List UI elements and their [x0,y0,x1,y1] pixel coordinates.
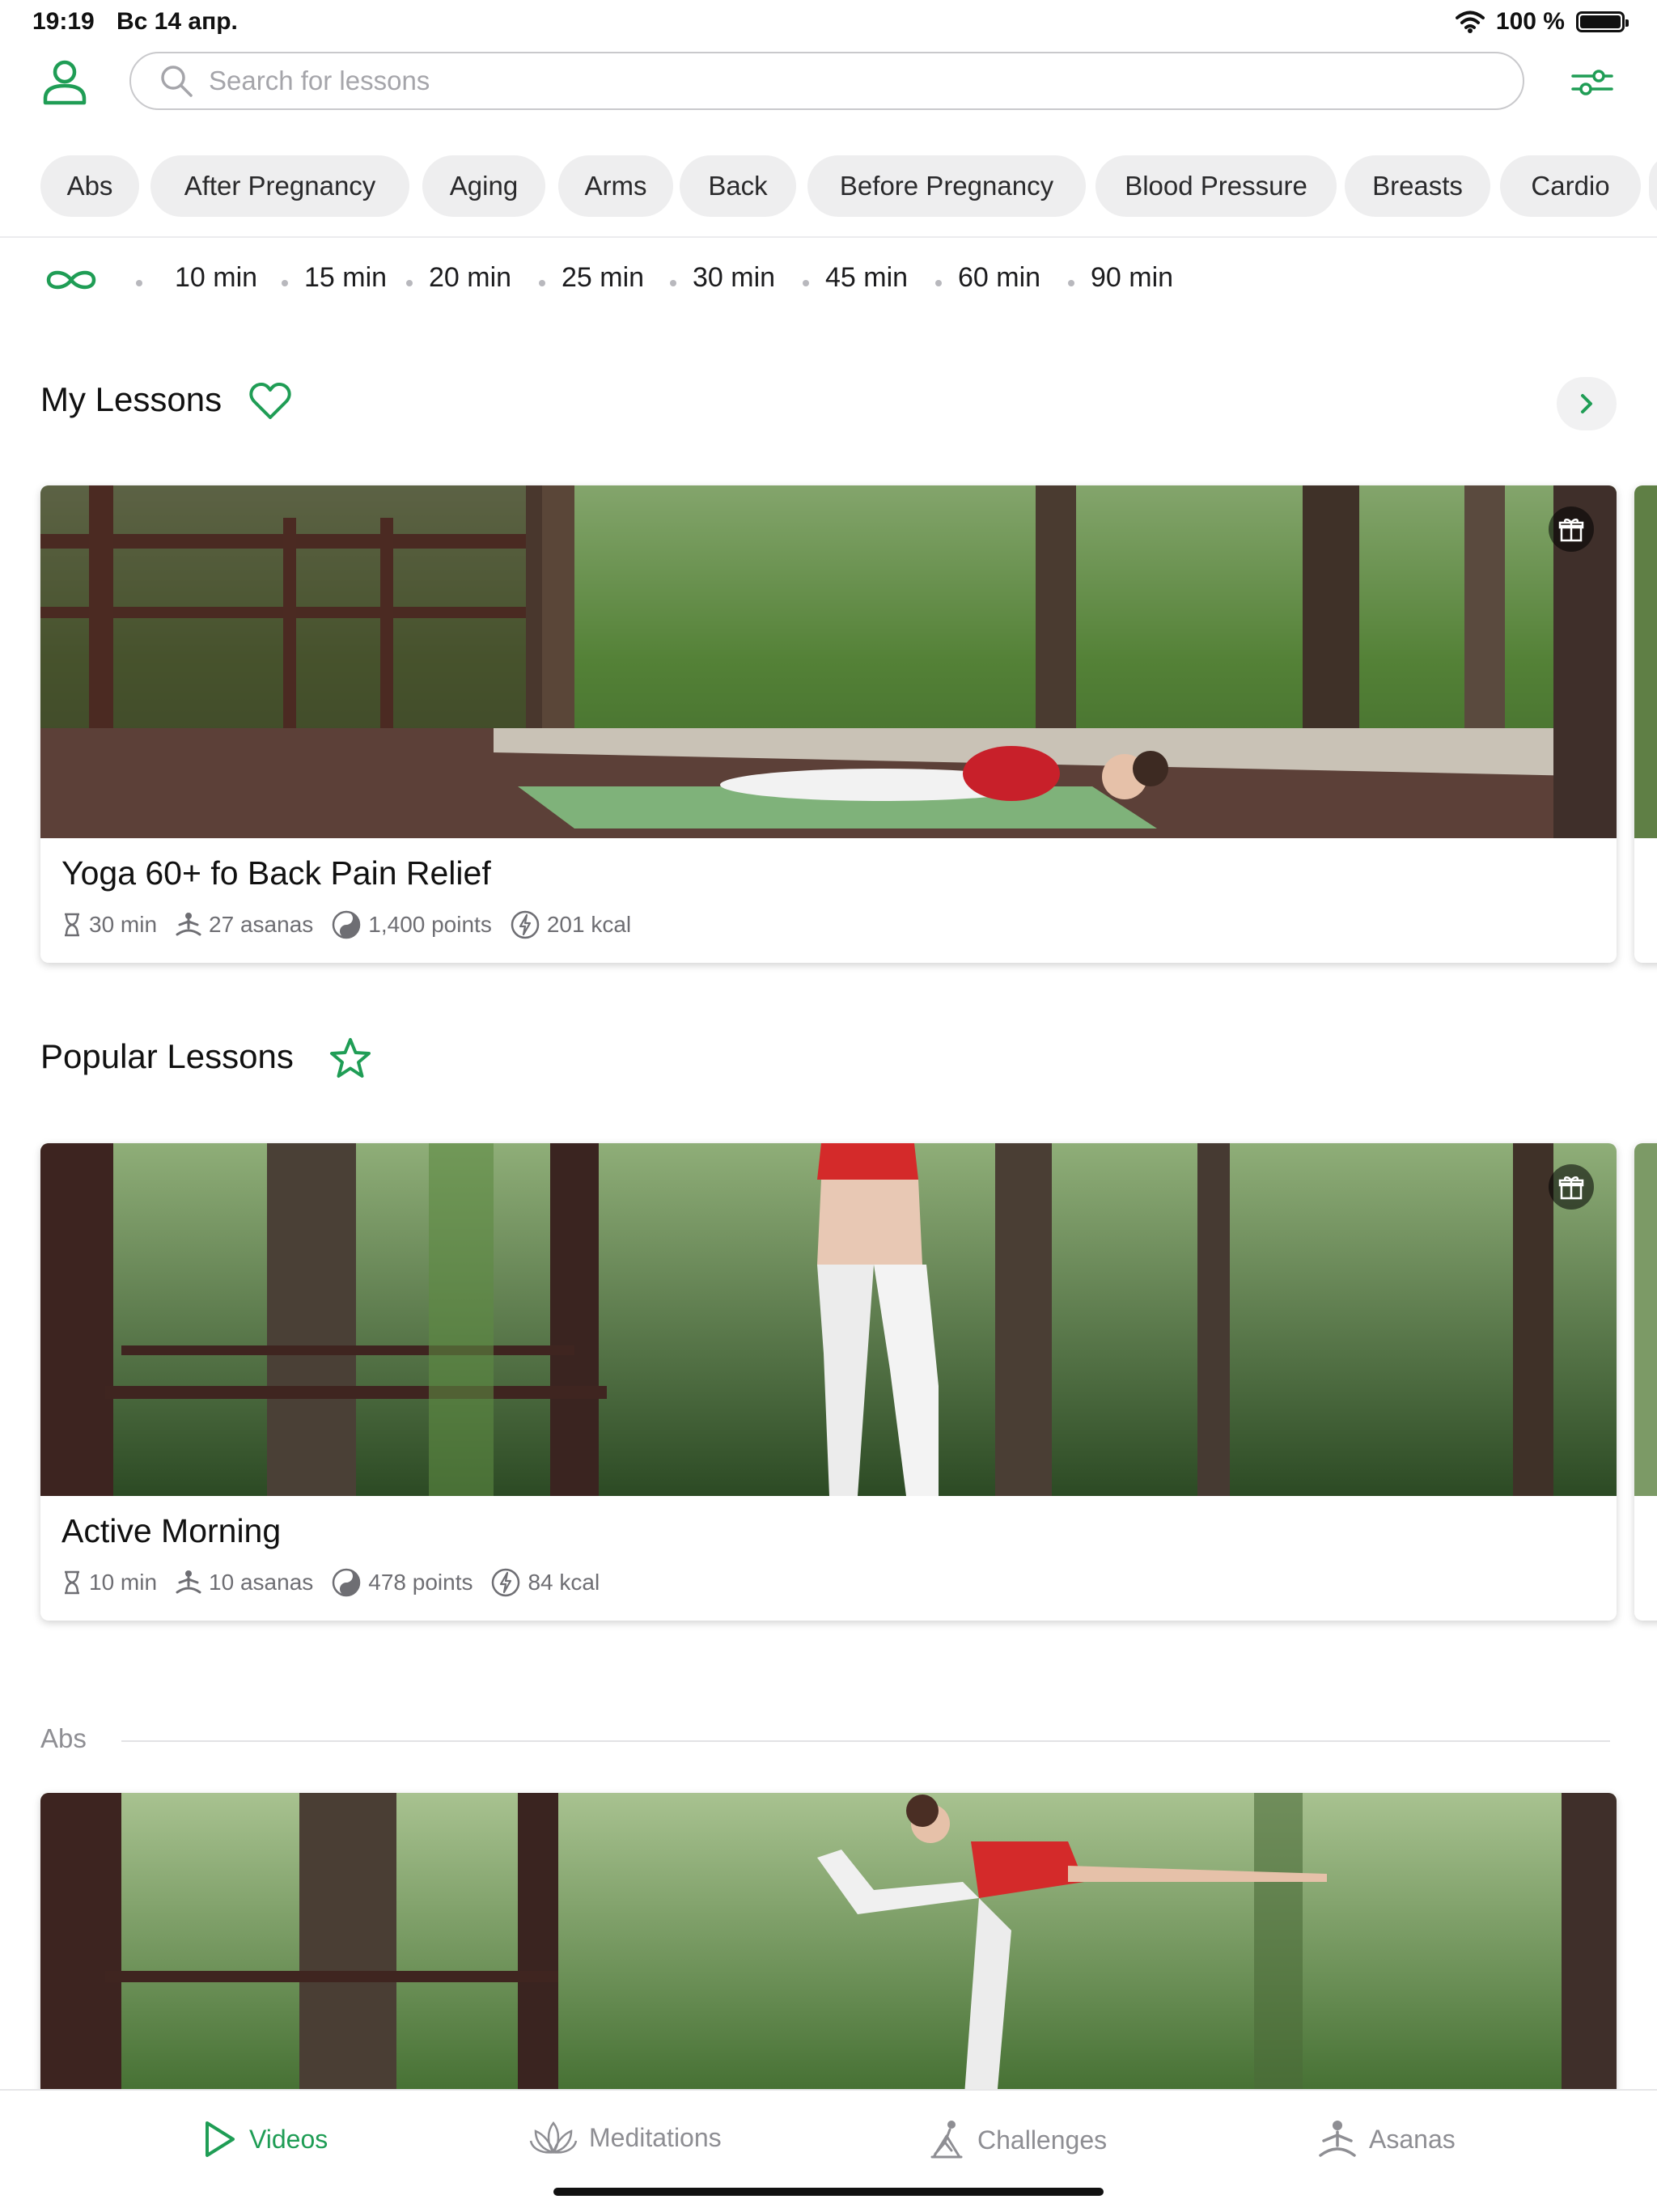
separator-dot [1068,280,1074,286]
duration-filter: 10 min 15 min 20 min 25 min 30 min 45 mi… [0,257,1657,301]
tab-asanas-label: Asanas [1369,2124,1456,2154]
tab-asanas[interactable]: Asanas [1317,2120,1456,2159]
category-chip[interactable]: Aging [422,155,545,217]
status-right: 100 % [1455,8,1629,36]
separator-dot [406,280,413,286]
lesson-card[interactable]: Yoga 60+ fo Back Pain Relief 30 min 27 a… [40,485,1617,963]
popular-lessons-title: Popular Lessons [40,1037,294,1075]
category-chips: Abs After Pregnancy Aging Arms Back Befo… [0,155,1657,220]
yin-yang-icon [333,910,361,939]
infinity-icon[interactable] [44,267,99,293]
gift-glyph [1558,1176,1584,1200]
user-icon[interactable] [40,58,89,107]
battery-icon [1576,11,1629,32]
hourglass-icon [65,913,79,937]
duration-option[interactable]: 60 min [958,262,1040,294]
asana-icon [176,1570,201,1594]
tab-videos-label: Videos [249,2124,328,2154]
lesson-points: 1,400 points [368,912,492,937]
heart-icon[interactable] [249,382,291,421]
header-divider [0,236,1657,238]
status-bar: 19:19 Вс 14 апр. 100 % [0,0,1657,45]
separator-dot [539,280,545,286]
status-time: 19:19 [32,8,95,35]
category-chip[interactable]: After Pregnancy [150,155,409,217]
gift-icon[interactable] [1549,506,1594,552]
hourglass-icon [65,1570,79,1595]
lesson-card[interactable] [40,1793,1617,2117]
home-indicator[interactable] [553,2188,1104,2196]
lotus-icon [529,2121,578,2155]
lesson-meta: 30 min 27 asanas 1,400 points 201 kcal [61,909,649,940]
tab-videos[interactable]: Videos [202,2120,328,2159]
category-chip[interactable]: Blood Pressure [1095,155,1337,217]
search-bar[interactable] [129,52,1524,110]
lesson-asanas: 27 asanas [209,912,314,937]
category-chip[interactable]: Abs [40,155,139,217]
lesson-meta: 10 min 10 asanas 478 points 84 kcal [61,1567,617,1598]
next-card-peek[interactable] [1634,485,1657,963]
challenge-icon [930,2121,963,2159]
section-divider [121,1740,1610,1742]
duration-option[interactable]: 25 min [562,262,644,294]
category-chip[interactable]: Back [680,155,796,217]
my-lessons-more-button[interactable] [1557,377,1617,430]
tab-challenges-label: Challenges [977,2125,1108,2155]
lesson-title: Active Morning [61,1512,282,1549]
duration-option[interactable]: 10 min [175,262,257,294]
lesson-thumbnail [40,1143,1617,1496]
lesson-title: Yoga 60+ fo Back Pain Relief [61,854,491,892]
lesson-kcal: 84 kcal [528,1570,600,1595]
category-chip-partial[interactable] [1649,155,1657,217]
lesson-duration: 30 min [89,912,158,937]
duration-option[interactable]: 15 min [304,262,387,294]
status-date: Вс 14 апр. [117,8,238,35]
lesson-thumbnail [40,1793,1617,2117]
energy-icon [492,1568,520,1597]
tab-challenges[interactable]: Challenges [927,2120,1107,2160]
separator-dot [935,280,942,286]
abs-section-label: Abs [40,1723,87,1753]
category-chip[interactable]: Before Pregnancy [807,155,1086,217]
next-card-peek[interactable] [1634,1143,1657,1621]
yin-yang-icon [333,1568,361,1597]
play-icon [206,2121,235,2157]
separator-dot [282,280,288,286]
duration-option[interactable]: 45 min [825,262,908,294]
tab-meditations[interactable]: Meditations [529,2120,722,2155]
filter-icon[interactable] [1570,65,1615,100]
lesson-kcal: 201 kcal [546,912,632,937]
separator-dot [803,280,809,286]
chevron-right-icon [1581,394,1592,413]
meditation-person-icon [1319,2121,1356,2157]
duration-option[interactable]: 20 min [429,262,511,294]
lesson-thumbnail [40,485,1617,838]
lesson-card[interactable]: Active Morning 10 min 10 asanas 478 poin… [40,1143,1617,1621]
asana-icon [176,913,201,936]
category-chip[interactable]: Cardio [1500,155,1641,217]
separator-dot [670,280,676,286]
star-icon[interactable] [328,1037,372,1079]
wifi-icon [1455,11,1485,33]
tab-meditations-label: Meditations [589,2122,722,2152]
search-icon [161,66,193,97]
gift-glyph [1558,519,1584,542]
battery-percent: 100 % [1495,8,1565,35]
category-chip[interactable]: Arms [558,155,673,217]
duration-option[interactable]: 90 min [1091,262,1173,294]
my-lessons-title: My Lessons [40,380,222,418]
separator-dot [136,280,142,286]
energy-icon [511,910,540,939]
search-input[interactable] [207,65,1424,97]
duration-option[interactable]: 30 min [693,262,775,294]
lesson-asanas: 10 asanas [209,1570,314,1595]
category-chip[interactable]: Breasts [1345,155,1490,217]
lesson-duration: 10 min [89,1570,158,1595]
gift-icon[interactable] [1549,1164,1594,1210]
lesson-points: 478 points [368,1570,473,1595]
